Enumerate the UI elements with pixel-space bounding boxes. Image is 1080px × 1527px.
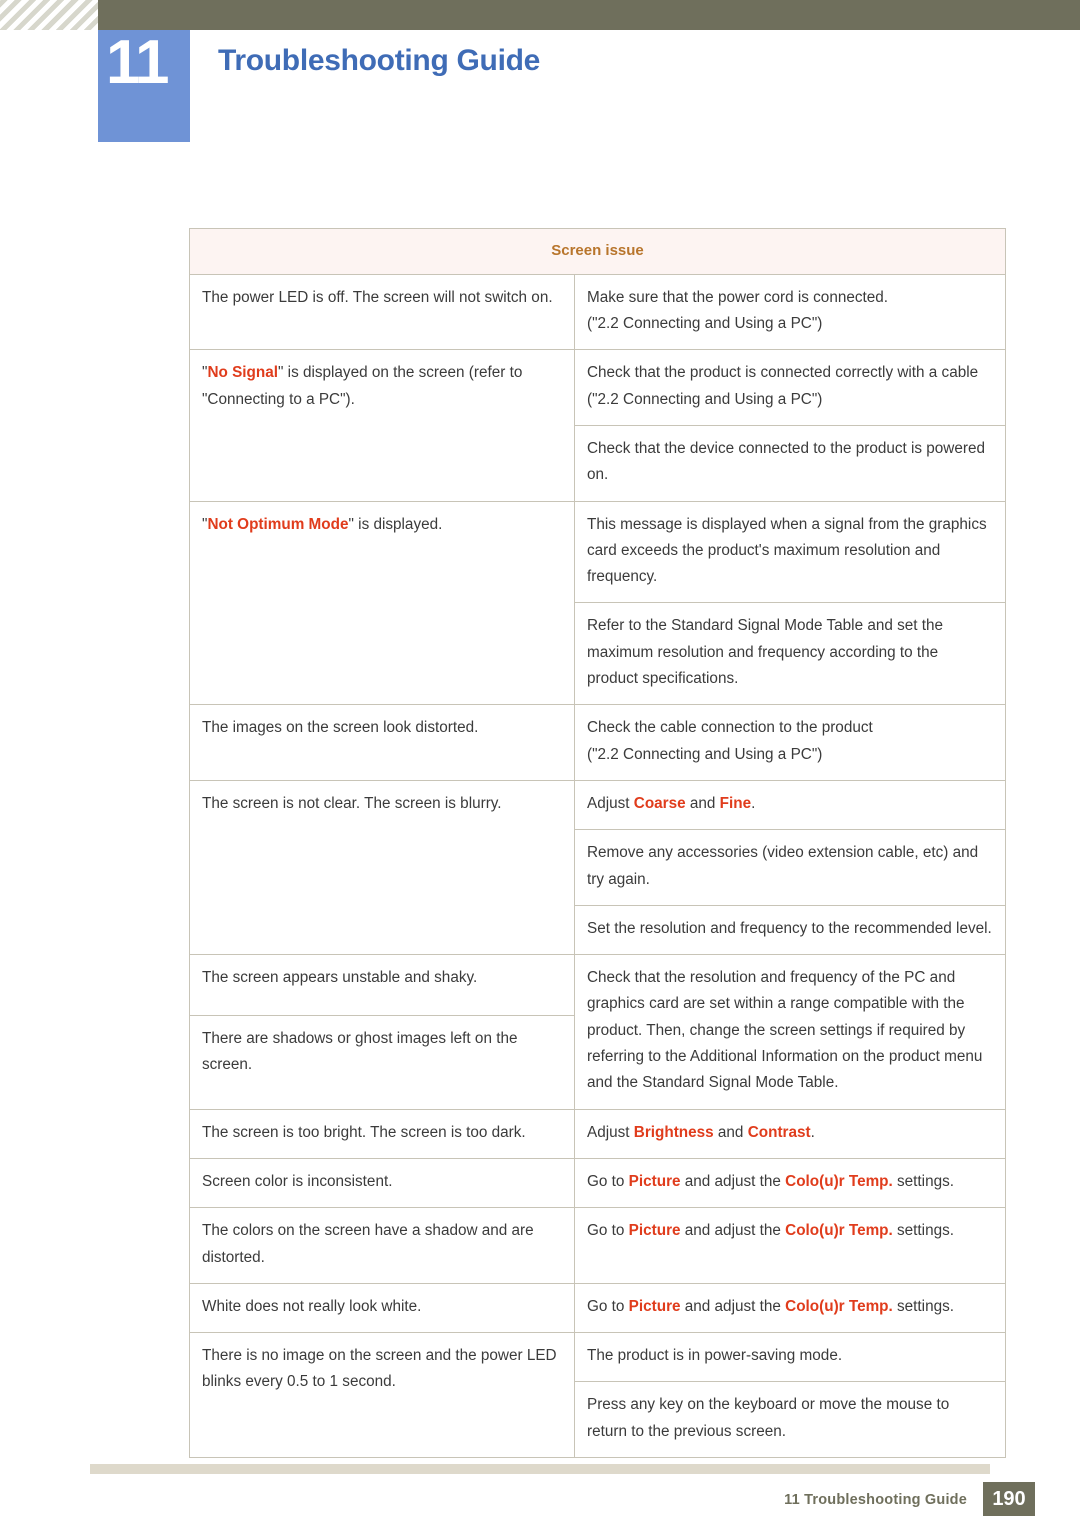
solution-text-pre: Go to [587,1297,629,1315]
page-header-bar [0,0,1080,30]
problem-cell: The images on the screen look distorted. [189,704,575,781]
solution-line: ("2.2 Connecting and Using a PC") [587,745,823,763]
problem-cell: "No Signal" is displayed on the screen (… [189,349,575,502]
solution-line: ("2.2 Connecting and Using a PC") [587,315,823,333]
page-number-badge: 190 [983,1482,1035,1516]
table-header-row: Screen issue [189,228,1006,275]
table-row: The images on the screen look distorted.… [189,704,1006,781]
problem-highlight: No Signal [207,364,278,382]
solution-cell: Press any key on the keyboard or move th… [574,1381,1006,1458]
solution-highlight-b: Colo(u)r Temp. [785,1297,893,1315]
problem-cell: The power LED is off. The screen will no… [189,273,575,351]
solution-cell: The product is in power-saving mode. [574,1332,1006,1383]
solution-cell: Adjust Coarse and Fine. [574,779,1006,831]
solution-cell: This message is displayed when a signal … [574,500,1006,604]
troubleshooting-table: Screen issue The power LED is off. The s… [189,228,1006,1458]
solution-cell: Check that the resolution and frequency … [574,954,1006,1110]
solution-cell: Go to Picture and adjust the Colo(u)r Te… [574,1157,1006,1209]
solution-cell: Adjust Brightness and Contrast. [574,1108,1006,1159]
solution-text-mid: and adjust the [680,1297,786,1315]
solution-text-post: settings. [892,1222,954,1240]
footer-divider [90,1464,990,1474]
solution-line: Check that the product is connected corr… [587,364,979,382]
footer-chapter-label: 11 Troubleshooting Guide [784,1492,967,1508]
table-row: "No Signal" is displayed on the screen (… [189,349,1006,502]
page-title: Troubleshooting Guide [218,44,541,77]
table-row: "Not Optimum Mode" is displayed. This me… [189,500,1006,706]
table-row: The screen appears unstable and shaky. C… [189,954,1006,1110]
solution-text-post: . [810,1123,815,1141]
solution-highlight-b: Colo(u)r Temp. [785,1172,893,1190]
solution-highlight-b: Fine [719,794,752,812]
problem-text-post: " is displayed. [348,515,443,533]
solution-cell: Check that the product is connected corr… [574,349,1006,426]
troubleshooting-table-wrap: Screen issue The power LED is off. The s… [189,228,1006,1458]
problem-cell: Screen color is inconsistent. [189,1157,575,1209]
problem-cell: "Not Optimum Mode" is displayed. [189,500,575,706]
solution-cell: Go to Picture and adjust the Colo(u)r Te… [574,1282,1006,1334]
problem-cell: There is no image on the screen and the … [189,1332,575,1458]
solution-cell: Check the cable connection to the produc… [574,704,1006,781]
solution-line: Check the cable connection to the produc… [587,719,873,737]
solution-line: ("2.2 Connecting and Using a PC") [587,390,823,408]
solution-text-post: settings. [892,1297,954,1315]
problem-cell: There are shadows or ghost images left o… [189,1015,575,1110]
solution-text-pre: Go to [587,1222,629,1240]
table-row: There is no image on the screen and the … [189,1332,1006,1458]
solution-text-post: . [751,794,756,812]
solution-cell: Check that the device connected to the p… [574,424,1006,502]
solution-text-mid: and [685,794,720,812]
solution-cell: Go to Picture and adjust the Colo(u)r Te… [574,1207,1006,1284]
solution-cell: Make sure that the power cord is connect… [574,273,1006,351]
solution-highlight-b: Colo(u)r Temp. [785,1222,893,1240]
problem-highlight: Not Optimum Mode [207,515,349,533]
table-row: The power LED is off. The screen will no… [189,273,1006,351]
solution-cell: Refer to the Standard Signal Mode Table … [574,602,1006,706]
table-row: The screen is too bright. The screen is … [189,1108,1006,1159]
solution-highlight-a: Coarse [633,794,686,812]
solution-text-mid: and adjust the [680,1222,786,1240]
solution-cell: Set the resolution and frequency to the … [574,904,1006,956]
solution-text-pre: Adjust [587,1123,634,1141]
problem-cell: White does not really look white. [189,1282,575,1334]
solution-highlight-b: Contrast [747,1123,811,1141]
problem-cell: The screen is not clear. The screen is b… [189,779,575,956]
table-row: The colors on the screen have a shadow a… [189,1207,1006,1284]
table-row: The screen is not clear. The screen is b… [189,779,1006,956]
table-row: Screen color is inconsistent. Go to Pict… [189,1157,1006,1209]
solution-text-post: settings. [892,1172,954,1190]
solution-highlight-a: Brightness [633,1123,714,1141]
problem-cell: The screen appears unstable and shaky. [189,954,575,1017]
header-hatch-pattern [0,0,98,30]
solution-text-pre: Go to [587,1172,629,1190]
solution-highlight-a: Picture [628,1222,681,1240]
chapter-number-badge: 11 [98,30,190,142]
solution-cell: Remove any accessories (video extension … [574,829,1006,906]
problem-cell: The colors on the screen have a shadow a… [189,1207,575,1284]
solution-highlight-a: Picture [628,1172,681,1190]
solution-highlight-a: Picture [628,1297,681,1315]
solution-line: Make sure that the power cord is connect… [587,288,889,306]
solution-text-mid: and [713,1123,748,1141]
table-header-cell: Screen issue [189,228,1006,275]
solution-text-mid: and adjust the [680,1172,786,1190]
problem-cell: The screen is too bright. The screen is … [189,1108,575,1159]
solution-text-pre: Adjust [587,794,634,812]
table-row: White does not really look white. Go to … [189,1282,1006,1334]
